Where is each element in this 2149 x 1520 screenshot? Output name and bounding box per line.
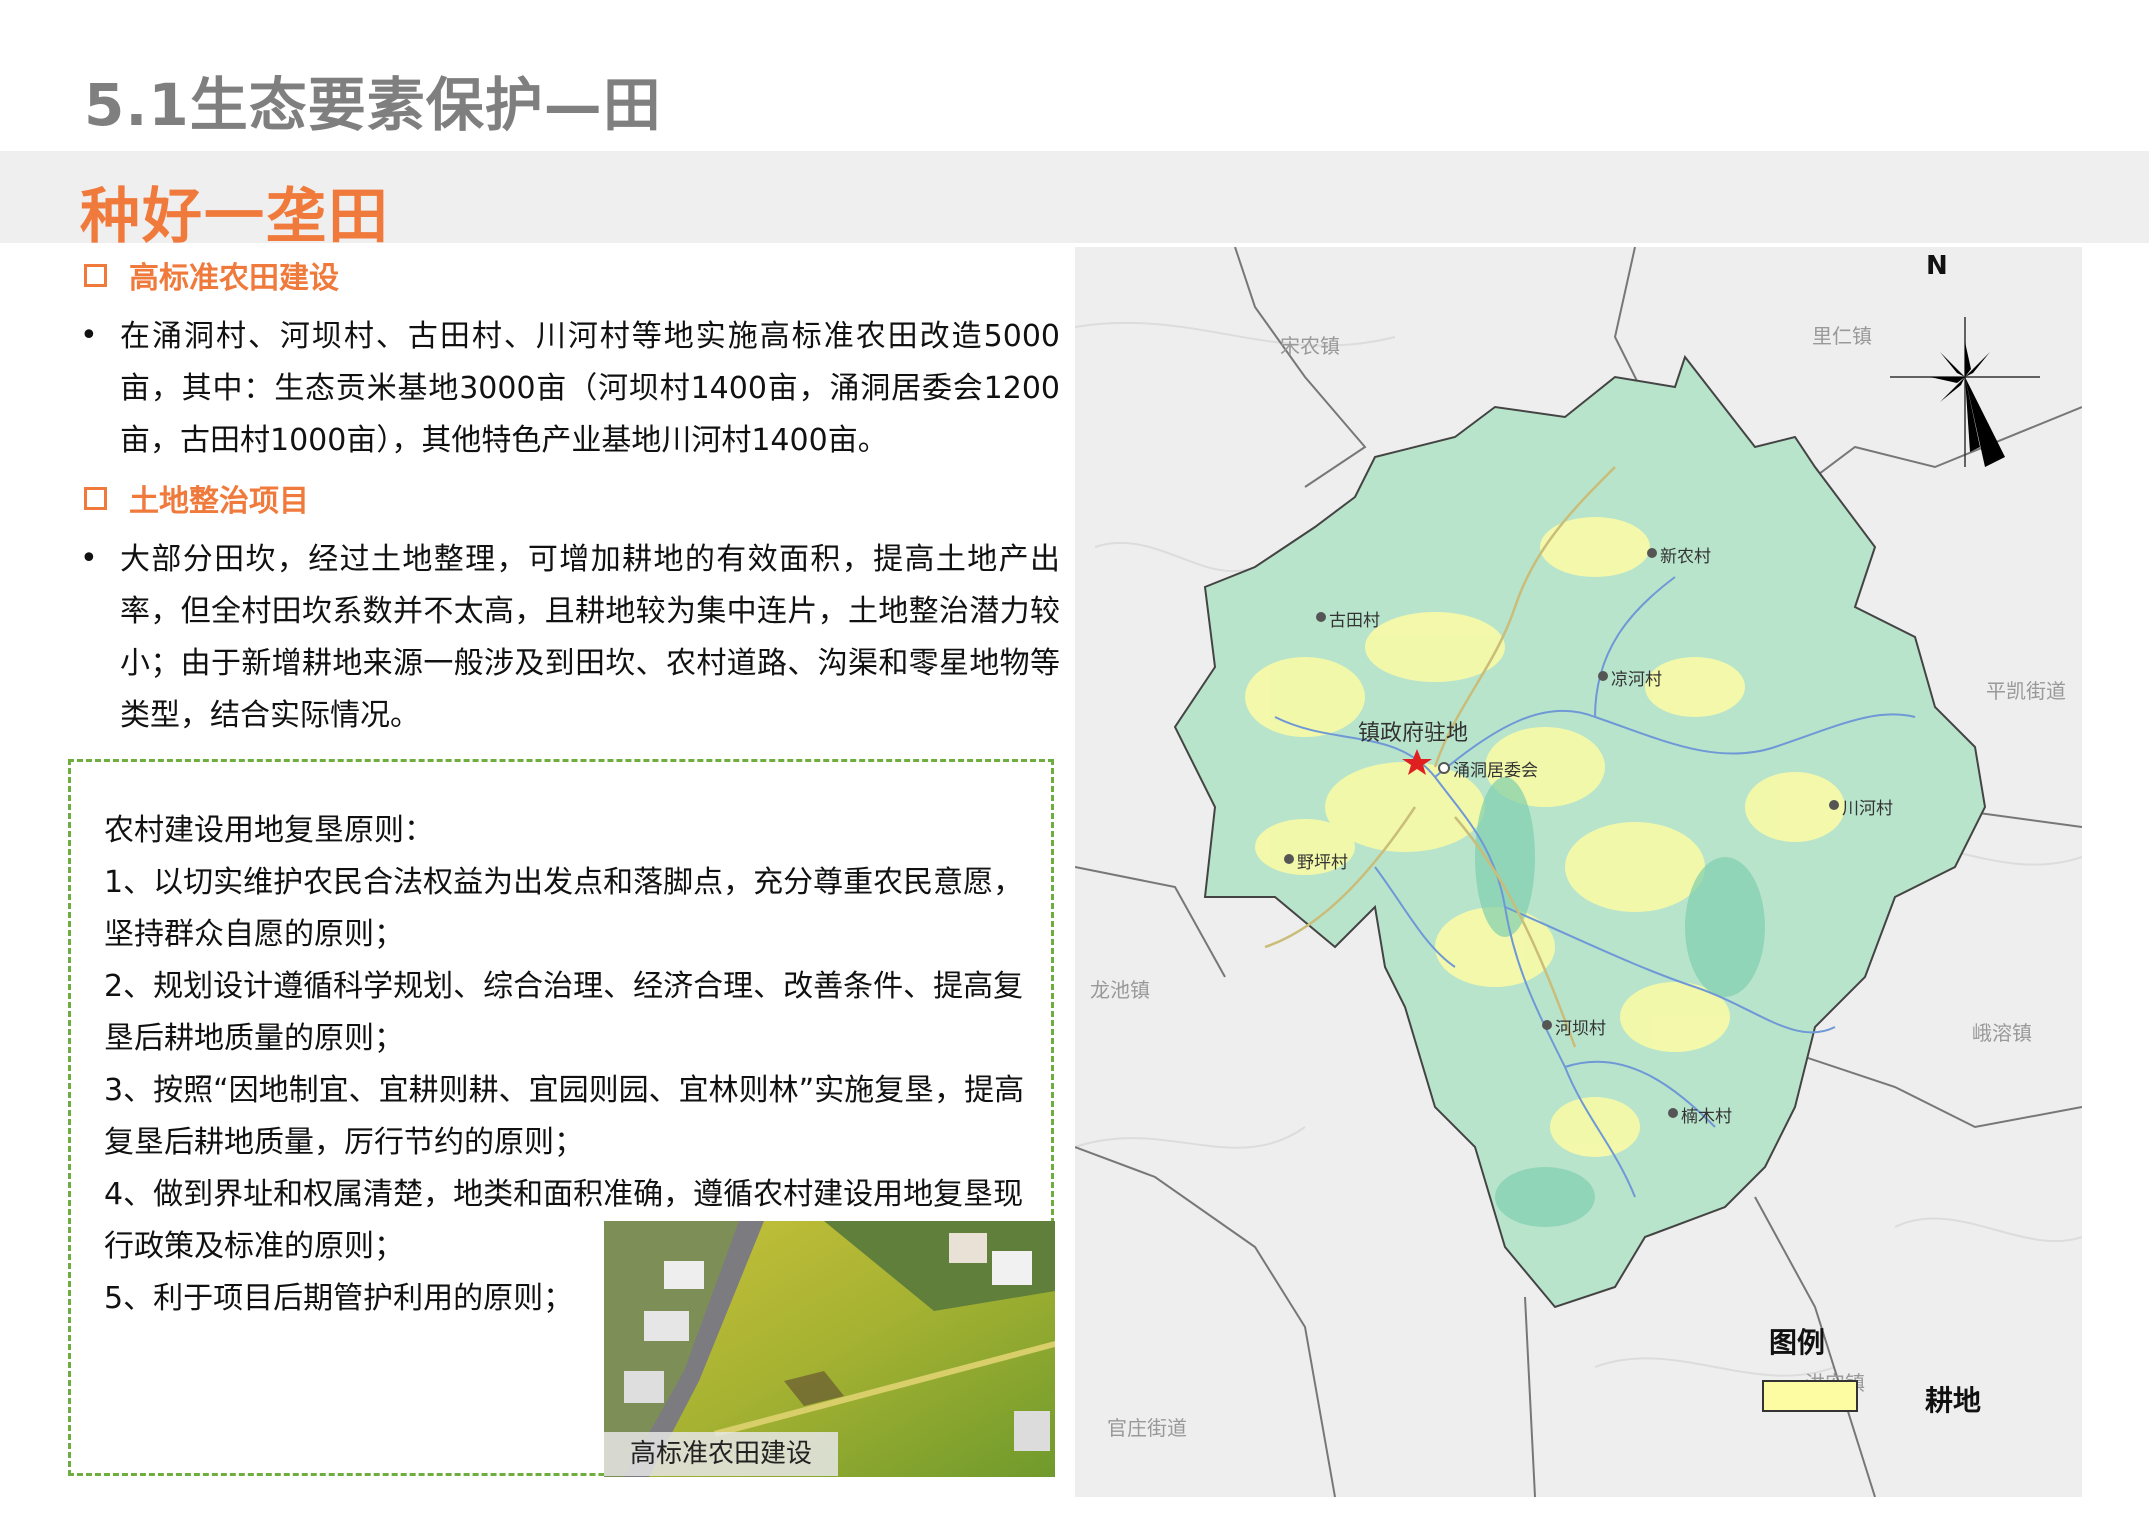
township-map: N 宋农镇 里仁镇 平凯街道 龙池镇 峨溶镇 官庄街道 洪安镇 镇政府驻地 新农… [1075,247,2082,1497]
legend-title: 图例 [1769,1326,1826,1359]
section-paragraph-land-consolidation: 大部分田坎，经过土地整理，可增加耕地的有效面积，提高土地产出率，但全村田坎系数并… [120,542,1060,733]
town-label: 里仁镇 [1812,324,1872,348]
legend-farmland-swatch [1762,1380,1858,1412]
village-dot-icon [1598,671,1608,681]
village-label: 新农村 [1660,547,1711,567]
village-label: 川河村 [1842,799,1893,819]
checkbox-square-icon [84,486,107,510]
bullet-icon: • [80,318,98,353]
village-label: 河坝村 [1555,1019,1606,1039]
town-label: 宋农镇 [1280,334,1340,358]
page-title: 5.1生态要素保护—田 [84,71,662,139]
legend-farmland-label: 耕地 [1925,1384,1982,1417]
section-paragraph-farmland: 在涌洞村、河坝村、古田村、川河村等地实施高标准农田改造5000亩，其中：生态贡米… [120,319,1060,458]
village-label: 凉河村 [1611,670,1662,690]
village-dot-icon [1284,854,1294,864]
section-heading-farmland: 高标准农田建设 [84,253,339,297]
village-dot-icon [1542,1020,1552,1030]
principle-item: 2、规划设计遵循科学规划、综合治理、经济合理、改善条件、提高复垦后耕地质量的原则… [104,969,1024,1056]
town-label: 龙池镇 [1090,978,1150,1002]
village-dot-icon [1668,1108,1678,1118]
principle-item: 3、按照“因地制宜、宜耕则耕、宜园则园、宜林则林”实施复垦，提高复垦后耕地质量，… [104,1073,1025,1160]
town-label: 峨溶镇 [1972,1021,2032,1045]
village-label: 古田村 [1329,611,1380,631]
village-committee-icon [1438,762,1450,774]
section-heading-label: 土地整治项目 [129,484,309,519]
seat-label: 镇政府驻地 [1358,721,1469,746]
north-label: N [1926,251,1948,281]
section-heading-label: 高标准农田建设 [129,261,339,296]
checkbox-square-icon [84,263,107,287]
principles-intro: 农村建设用地复垦原则： [104,813,434,848]
bullet-icon: • [80,541,98,576]
town-label: 平凯街道 [1986,679,2066,703]
village-label: 野坪村 [1297,853,1348,873]
section-heading-land-consolidation: 土地整治项目 [84,476,309,520]
village-dot-icon [1647,548,1657,558]
village-dot-icon [1829,800,1839,810]
banner-title: 种好一垄田 [80,182,390,252]
village-label: 涌洞居委会 [1453,761,1538,781]
village-dot-icon [1316,612,1326,622]
village-label: 楠木村 [1681,1107,1732,1127]
principle-item: 5、利于项目后期管护利用的原则； [104,1281,574,1316]
town-label: 官庄街道 [1107,1416,1187,1440]
principle-item: 1、以切实维护农民合法权益为出发点和落脚点，充分尊重农民意愿，坚持群众自愿的原则… [104,865,1024,952]
photo-caption: 高标准农田建设 [604,1432,839,1476]
